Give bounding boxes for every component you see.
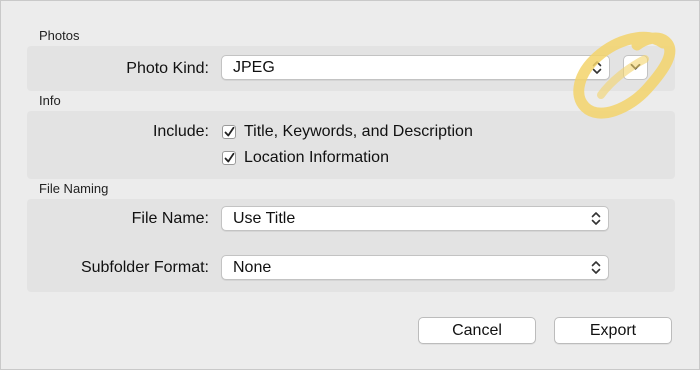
up-down-chevron-icon	[591, 261, 601, 274]
cancel-button[interactable]: Cancel	[418, 317, 536, 344]
file-name-value: Use Title	[233, 210, 296, 227]
include-label: Include:	[152, 123, 209, 140]
subfolder-format-label: Subfolder Format:	[80, 259, 209, 276]
export-dialog: Photos Photo Kind: JPEG Info Include: Ti…	[0, 0, 700, 370]
export-button[interactable]: Export	[554, 317, 672, 344]
option-label: Title, Keywords, and Description	[244, 123, 473, 140]
option-label: Location Information	[244, 149, 389, 166]
disclosure-button[interactable]	[623, 55, 648, 80]
subfolder-format-popup[interactable]: None	[221, 255, 609, 280]
photo-kind-popup[interactable]: JPEG	[221, 55, 610, 80]
checkmark-icon	[224, 126, 235, 137]
checkmark-icon	[224, 152, 235, 163]
up-down-chevron-icon	[592, 61, 602, 74]
photo-kind-value: JPEG	[233, 59, 275, 76]
checkbox-title-keywords[interactable]	[222, 125, 236, 139]
chevron-down-icon	[630, 63, 641, 70]
option-location-information[interactable]: Location Information	[222, 149, 389, 167]
file-name-popup[interactable]: Use Title	[221, 206, 609, 231]
info-panel	[27, 111, 675, 179]
section-title-info: Info	[39, 93, 61, 108]
file-name-label: File Name:	[131, 210, 209, 227]
subfolder-format-value: None	[233, 259, 272, 276]
checkbox-location[interactable]	[222, 151, 236, 165]
photo-kind-label: Photo Kind:	[126, 60, 209, 77]
option-title-keywords-description[interactable]: Title, Keywords, and Description	[222, 123, 473, 141]
section-title-file-naming: File Naming	[39, 181, 109, 196]
section-title-photos: Photos	[39, 28, 80, 43]
up-down-chevron-icon	[591, 212, 601, 225]
